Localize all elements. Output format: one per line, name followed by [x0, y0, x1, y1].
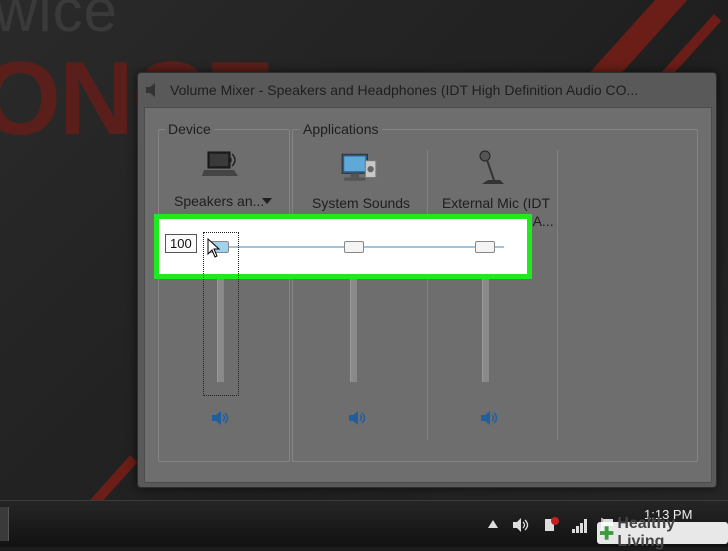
- speaker-mute-button[interactable]: [348, 409, 368, 427]
- speaker-device-icon[interactable]: [202, 150, 238, 178]
- volume-tray-icon[interactable]: [512, 517, 530, 533]
- show-hidden-icons-icon[interactable]: [488, 520, 498, 528]
- microphone-icon[interactable]: [472, 150, 508, 188]
- system-sounds-volume-thumb[interactable]: [344, 241, 364, 253]
- window-title: Volume Mixer - Speakers and Headphones (…: [170, 82, 639, 98]
- volume-slider-track[interactable]: [350, 279, 357, 382]
- speaker-mute-button[interactable]: [211, 409, 231, 427]
- volume-tooltip: 100: [165, 234, 197, 253]
- background-stripe: [90, 455, 138, 500]
- speaker-mute-button[interactable]: [480, 409, 500, 427]
- chevron-down-icon[interactable]: [262, 198, 272, 204]
- background-text: wice: [0, 0, 119, 44]
- network-signal-icon[interactable]: [571, 517, 589, 533]
- speaker-app-icon: [146, 83, 155, 97]
- system-sounds-icon[interactable]: [340, 150, 378, 184]
- volume-slider-track[interactable]: [482, 279, 489, 382]
- column-separator: [427, 150, 428, 440]
- title-bar[interactable]: Volume Mixer - Speakers and Headphones (…: [138, 73, 716, 107]
- device-group-label: Device: [165, 121, 214, 137]
- applications-group-label: Applications: [300, 121, 382, 137]
- taskbar-button[interactable]: [0, 507, 9, 541]
- system-sounds-label: System Sounds: [312, 195, 411, 211]
- external-mic-volume-thumb[interactable]: [475, 241, 495, 253]
- plus-icon: [599, 526, 614, 540]
- mouse-cursor-icon: [207, 238, 221, 258]
- healthy-living-watermark: Healthy Living: [597, 515, 728, 550]
- power-tray-icon[interactable]: [542, 515, 560, 533]
- device-name-button[interactable]: Speakers an...: [174, 192, 264, 210]
